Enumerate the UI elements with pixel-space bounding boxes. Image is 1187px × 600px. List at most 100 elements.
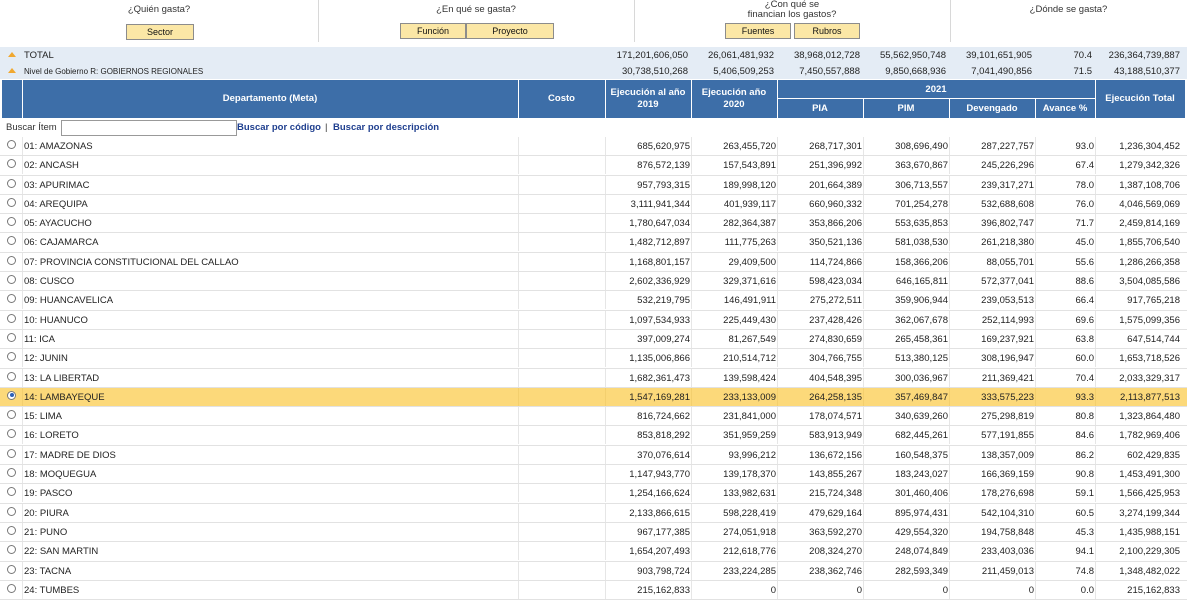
cell-avance: 0.0 — [1080, 584, 1094, 596]
table-row[interactable]: 07: PROVINCIA CONSTITUCIONAL DEL CALLAO 1… — [0, 252, 1187, 273]
table-row[interactable]: 01: AMAZONAS 685,620,975 263,455,720 268,71… — [0, 137, 1187, 157]
row-radio-button[interactable] — [7, 506, 16, 516]
row-radio-button[interactable] — [7, 159, 16, 169]
table-row[interactable]: 18: MOQUEGUA 1,147,943,770 139,178,370 143,… — [0, 465, 1187, 485]
table-row[interactable]: 14: LAMBAYEQUE 1,547,169,281 233,133,009 26… — [0, 387, 1187, 408]
cell-avance: 74.8 — [1075, 565, 1095, 577]
row-radio-button[interactable] — [7, 371, 16, 381]
row-radio-button[interactable] — [7, 255, 16, 265]
col-ej2019-line1[interactable]: Ejecución al año — [605, 87, 691, 98]
table-row[interactable]: 04: AREQUIPA 3,111,941,344 401,939,117 660,… — [0, 194, 1187, 215]
row-radio-button[interactable] — [7, 352, 16, 362]
table-row[interactable]: 22: SAN MARTIN 1,654,207,493 212,618,776 20… — [0, 542, 1187, 562]
cell-ej2020: 189,998,120 — [723, 179, 776, 191]
fuentes-button[interactable]: Fuentes — [725, 23, 791, 39]
cell-ej2019: 1,780,647,034 — [629, 218, 690, 230]
cell-ej2019: 876,572,139 — [637, 160, 690, 172]
table-row[interactable]: 13: LA LIBERTAD 1,682,361,473 139,598,424 4… — [0, 368, 1187, 388]
table-row[interactable]: 16: LORETO 853,818,292 351,959,259 583,913,… — [0, 426, 1187, 446]
col-ej2020-line1[interactable]: Ejecución año — [691, 87, 777, 98]
total-ejecucion: 236,364,739,887 — [1108, 50, 1180, 61]
cell-ejecucion-total: 1,782,969,406 — [1119, 430, 1180, 442]
col-costo[interactable]: Costo — [518, 93, 605, 104]
gobierno-regional-row[interactable]: Nivel de Gobierno R: GOBIERNOS REGIONALE… — [0, 63, 1187, 80]
row-radio-button[interactable] — [7, 178, 16, 188]
row-radio-button[interactable] — [7, 140, 16, 149]
col-departamento[interactable]: Departamento (Meta) — [22, 93, 518, 104]
search-by-description-link[interactable]: Buscar por descripción — [333, 122, 439, 133]
table-row[interactable]: 05: AYACUCHO 1,780,647,034 282,364,387 353,… — [0, 214, 1187, 234]
row-radio-button[interactable] — [7, 583, 16, 593]
cell-pia: 251,396,992 — [809, 160, 862, 172]
row-radio-button[interactable] — [7, 410, 16, 420]
row-radio-button[interactable] — [7, 525, 16, 535]
gob-pim: 9,850,668,936 — [885, 66, 946, 77]
cell-pia: 208,324,270 — [809, 546, 862, 558]
row-radio-button[interactable] — [7, 487, 16, 497]
cell-ej2020: 233,224,285 — [723, 565, 776, 577]
cell-departamento: 06: CAJAMARCA — [24, 237, 99, 249]
cell-ej2020: 210,514,712 — [723, 353, 776, 365]
search-bar: Buscar Ítem Buscar por código | Buscar p… — [0, 118, 1187, 136]
proyecto-button[interactable]: Proyecto — [466, 23, 554, 39]
table-row[interactable]: 03: APURIMAC 957,793,315 189,998,120 201,66… — [0, 175, 1187, 195]
row-radio-button[interactable] — [7, 313, 16, 323]
cell-avance: 90.8 — [1075, 469, 1095, 481]
cell-devengado: 88,055,701 — [986, 256, 1034, 268]
collapse-up-icon[interactable] — [8, 52, 16, 57]
rubros-button[interactable]: Rubros — [794, 23, 860, 39]
row-radio-button[interactable] — [7, 294, 16, 304]
search-input[interactable] — [61, 120, 237, 136]
table-row[interactable]: 23: TACNA 903,798,724 233,224,285 238,362,7… — [0, 561, 1187, 581]
funcion-button[interactable]: Función — [400, 23, 466, 39]
row-radio-button[interactable] — [7, 390, 16, 400]
row-radio-button[interactable] — [7, 197, 16, 207]
row-radio-button[interactable] — [7, 275, 16, 285]
search-by-code-link[interactable]: Buscar por código — [237, 122, 321, 133]
col-devengado[interactable]: Devengado — [949, 103, 1035, 114]
total-row[interactable]: TOTAL 171,201,606,050 26,061,481,932 38,… — [0, 47, 1187, 64]
table-row[interactable]: 19: PASCO 1,254,166,624 133,982,631 215,724… — [0, 484, 1187, 504]
col-ejecucion-total[interactable]: Ejecución Total — [1095, 93, 1185, 104]
table-row[interactable]: 12: JUNIN 1,135,006,866 210,514,712 304,766… — [0, 349, 1187, 369]
table-row[interactable]: 24: TUMBES 215,162,833 0 0 0 0 0.0 215,162,833 — [0, 580, 1187, 600]
row-radio-button[interactable] — [7, 217, 16, 227]
row-radio-button[interactable] — [7, 468, 16, 478]
cell-ejecucion-total: 647,514,744 — [1127, 333, 1180, 345]
col-pim[interactable]: PIM — [863, 103, 949, 114]
table-row[interactable]: 17: MADRE DE DIOS 370,076,614 93,996,212 13… — [0, 445, 1187, 466]
collapse-up-icon[interactable] — [8, 68, 16, 73]
row-radio-button[interactable] — [7, 448, 16, 458]
table-row[interactable]: 06: CAJAMARCA 1,482,712,897 111,775,263 350… — [0, 233, 1187, 253]
cell-avance: 93.3 — [1075, 391, 1095, 403]
row-radio-button[interactable] — [7, 332, 16, 342]
cell-avance: 93.0 — [1075, 141, 1095, 152]
cell-devengado: 532,688,608 — [981, 198, 1034, 210]
row-radio-button[interactable] — [7, 429, 16, 439]
cell-ejecucion-total: 1,566,425,953 — [1119, 488, 1180, 500]
table-row[interactable]: 20: PIURA 2,133,866,615 598,228,419 479,629… — [0, 503, 1187, 523]
cell-pia: 0 — [856, 584, 862, 596]
cell-avance: 66.4 — [1075, 295, 1095, 307]
table-row[interactable]: 15: LIMA 816,724,662 231,841,000 178,074,57… — [0, 407, 1187, 427]
cell-ej2019: 1,147,943,770 — [629, 469, 690, 481]
col-avance[interactable]: Avance % — [1035, 103, 1095, 114]
cell-devengado: 166,369,159 — [981, 469, 1034, 481]
row-radio-button[interactable] — [7, 236, 16, 246]
sector-button[interactable]: Sector — [126, 24, 194, 40]
cell-ejecucion-total: 1,653,718,526 — [1119, 353, 1180, 365]
table-row[interactable]: 11: ICA 397,009,274 81,267,549 274,830,659 2… — [0, 329, 1187, 350]
table-row[interactable]: 10: HUANUCO 1,097,534,933 225,449,430 237,4… — [0, 310, 1187, 330]
cell-devengado: 542,104,310 — [981, 507, 1034, 519]
table-row[interactable]: 02: ANCASH 876,572,139 157,543,891 251,396,… — [0, 156, 1187, 176]
table-row[interactable]: 21: PUNO 967,177,385 274,051,918 363,592,27… — [0, 522, 1187, 543]
table-row[interactable]: 08: CUSCO 2,602,336,929 329,371,616 598,423… — [0, 272, 1187, 292]
cell-departamento: 02: ANCASH — [24, 160, 79, 172]
cell-pia: 215,724,348 — [809, 488, 862, 500]
table-row[interactable]: 09: HUANCAVELICA 532,219,795 146,491,911 27… — [0, 291, 1187, 311]
cell-ej2019: 853,818,292 — [637, 430, 690, 442]
row-radio-button[interactable] — [7, 545, 16, 555]
row-radio-button[interactable] — [7, 564, 16, 574]
col-pia[interactable]: PIA — [777, 103, 863, 114]
cell-pim: 682,445,261 — [895, 430, 948, 442]
